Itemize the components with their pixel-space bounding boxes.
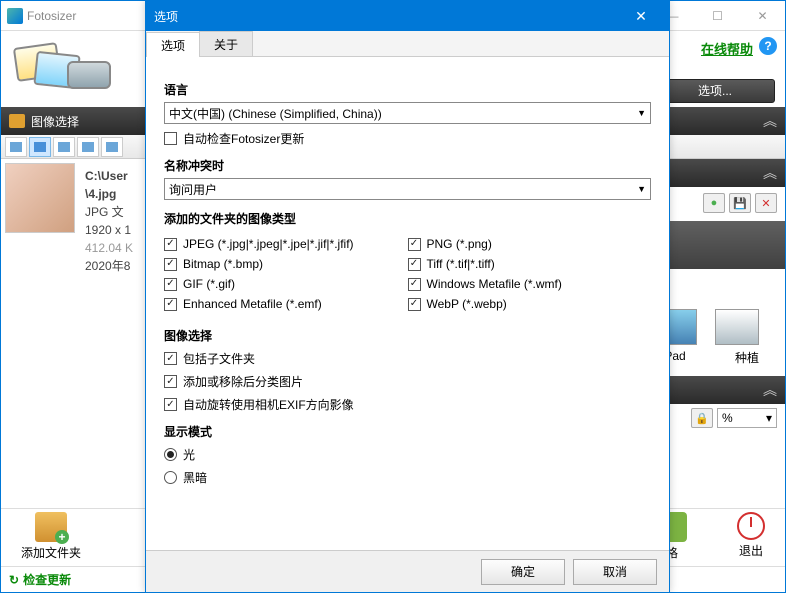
preset-thumbs [653, 309, 777, 345]
percent-value: % [722, 411, 733, 425]
app-title: Fotosizer [27, 9, 76, 23]
dialog-body: 语言 中文(中国) (Chinese (Simplified, China)) … [146, 57, 669, 550]
tab-options[interactable]: 选项 [146, 32, 200, 57]
include-sub-checkbox[interactable] [164, 352, 177, 365]
chevron-down-icon: ▼ [637, 184, 646, 194]
exit-label: 退出 [739, 542, 763, 559]
display-light-label: 光 [183, 446, 195, 463]
cancel-button[interactable]: 取消 [573, 559, 657, 585]
type-tiff-checkbox[interactable] [408, 258, 421, 271]
added-types-label: 添加的文件夹的图像类型 [164, 210, 651, 227]
type-gif-label: GIF (*.gif) [183, 277, 235, 291]
dialog-close-button[interactable]: ✕ [621, 8, 661, 25]
dialog-tabs: 选项 关于 [146, 31, 669, 57]
options-dialog: 选项 ✕ 选项 关于 语言 中文(中国) (Chinese (Simplifie… [145, 0, 670, 593]
file-path: C:\User [85, 167, 133, 185]
file-dimensions: 1920 x 1 [85, 221, 133, 239]
include-sub-label: 包括子文件夹 [183, 350, 255, 367]
type-webp-label: WebP (*.webp) [427, 297, 507, 311]
logo-image [9, 39, 119, 99]
ok-button[interactable]: 确定 [481, 559, 565, 585]
percent-select[interactable]: % ▾ [717, 408, 777, 428]
dialog-footer: 确定 取消 [146, 550, 669, 592]
type-png-checkbox[interactable] [408, 238, 421, 251]
type-jpeg-label: JPEG (*.jpg|*.jpeg|*.jpe|*.jif|*.jfif) [183, 237, 354, 251]
lock-button[interactable]: 🔒 [691, 408, 713, 428]
folder-icon [9, 114, 25, 128]
help-icon[interactable]: ? [759, 37, 777, 55]
power-icon [737, 512, 765, 540]
types-grid: JPEG (*.jpg|*.jpeg|*.jpe|*.jif|*.jfif) B… [164, 231, 651, 317]
view-btn-2[interactable] [29, 137, 51, 157]
close-button[interactable]: ✕ [740, 1, 785, 30]
app-icon [7, 8, 23, 24]
preset-crop-thumb[interactable] [715, 309, 759, 345]
auto-update-checkbox[interactable] [164, 132, 177, 145]
display-light-radio[interactable] [164, 448, 177, 461]
file-thumbnail[interactable] [5, 163, 75, 233]
dialog-titlebar: 选项 ✕ [146, 1, 669, 31]
sort-after-checkbox[interactable] [164, 375, 177, 388]
image-select-label: 图像选择 [164, 327, 651, 344]
dialog-title: 选项 [154, 8, 178, 25]
logo [9, 39, 119, 99]
file-type: JPG 文 [85, 203, 133, 221]
add-item-button[interactable]: ● [703, 193, 725, 213]
view-btn-5[interactable] [101, 137, 123, 157]
display-dark-radio[interactable] [164, 471, 177, 484]
type-webp-checkbox[interactable] [408, 298, 421, 311]
auto-update-label: 自动检查Fotosizer更新 [183, 130, 304, 147]
type-emf-checkbox[interactable] [164, 298, 177, 311]
tab-about[interactable]: 关于 [199, 31, 253, 56]
check-update-link[interactable]: 检查更新 [23, 571, 71, 588]
type-wmf-label: Windows Metafile (*.wmf) [427, 277, 562, 291]
type-gif-checkbox[interactable] [164, 278, 177, 291]
chevron-down-icon: ▾ [766, 411, 772, 425]
type-bmp-checkbox[interactable] [164, 258, 177, 271]
collapse-icon-r1[interactable]: ︽ [763, 163, 777, 183]
type-bmp-label: Bitmap (*.bmp) [183, 257, 263, 271]
file-list: C:\User \4.jpg JPG 文 1920 x 1 412.04 K 2… [1, 159, 141, 499]
name-conflict-value: 询问用户 [169, 181, 217, 198]
view-btn-4[interactable] [77, 137, 99, 157]
save-item-button[interactable]: 💾 [729, 193, 751, 213]
language-select[interactable]: 中文(中国) (Chinese (Simplified, China)) ▼ [164, 102, 651, 124]
type-tiff-label: Tiff (*.tif|*.tiff) [427, 257, 495, 271]
chevron-down-icon: ▼ [637, 108, 646, 118]
file-size: 412.04 K [85, 239, 133, 257]
right-toolbar: ● 💾 ✕ [653, 191, 777, 215]
view-btn-3[interactable] [53, 137, 75, 157]
options-button[interactable]: 选项... [655, 79, 775, 103]
view-btn-1[interactable] [5, 137, 27, 157]
sort-after-label: 添加或移除后分类图片 [183, 373, 303, 390]
display-dark-label: 黑暗 [183, 469, 207, 486]
delete-item-button[interactable]: ✕ [755, 193, 777, 213]
add-folder-label: 添加文件夹 [21, 544, 81, 561]
type-jpeg-checkbox[interactable] [164, 238, 177, 251]
language-label: 语言 [164, 81, 651, 98]
auto-rotate-label: 自动旋转使用相机EXIF方向影像 [183, 396, 354, 413]
collapse-icon-r2[interactable]: ︽ [763, 380, 777, 400]
window-controls: — ☐ ✕ [650, 1, 785, 30]
name-conflict-label: 名称冲突时 [164, 157, 651, 174]
file-date: 2020年8 [85, 257, 133, 275]
maximize-button[interactable]: ☐ [695, 1, 740, 30]
collapse-icon[interactable]: ︽ [763, 111, 777, 131]
type-emf-label: Enhanced Metafile (*.emf) [183, 297, 322, 311]
file-info: C:\User \4.jpg JPG 文 1920 x 1 412.04 K 2… [81, 163, 133, 275]
language-value: 中文(中国) (Chinese (Simplified, China)) [169, 105, 382, 122]
add-folder-button[interactable]: 添加文件夹 [21, 512, 81, 561]
image-select-label: 图像选择 [31, 113, 79, 130]
type-wmf-checkbox[interactable] [408, 278, 421, 291]
refresh-icon: ↻ [9, 573, 19, 587]
type-png-label: PNG (*.png) [427, 237, 492, 251]
display-mode-label: 显示模式 [164, 423, 651, 440]
online-help-link[interactable]: 在线帮助 [701, 39, 753, 58]
auto-rotate-checkbox[interactable] [164, 398, 177, 411]
name-conflict-select[interactable]: 询问用户 ▼ [164, 178, 651, 200]
exit-button[interactable]: 退出 [737, 512, 765, 561]
file-name: \4.jpg [85, 185, 133, 203]
preset-crop-label: 种植 [725, 349, 769, 366]
add-folder-icon [35, 512, 67, 542]
